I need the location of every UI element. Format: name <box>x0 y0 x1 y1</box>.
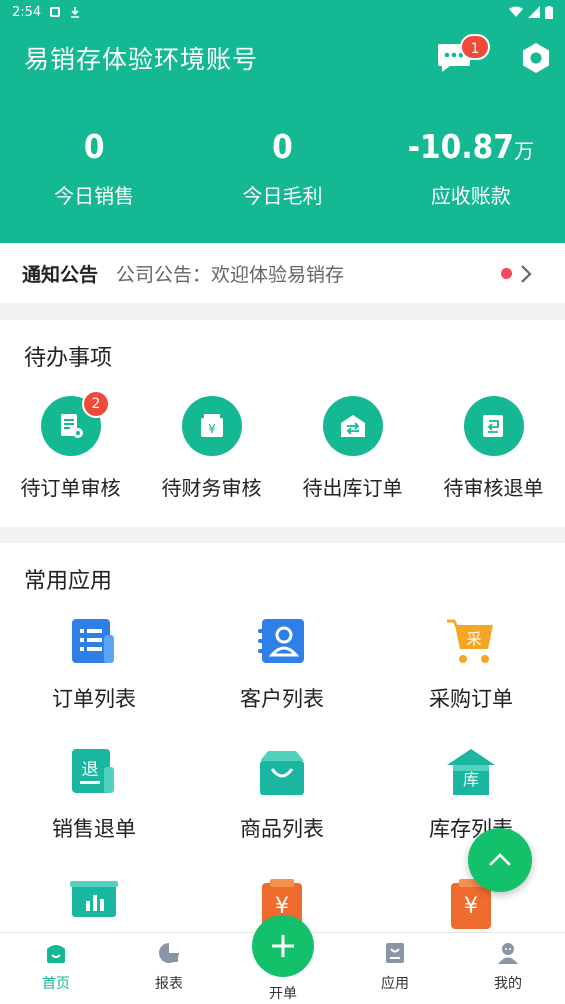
stat-today-profit[interactable]: 0 今日毛利 <box>188 126 376 209</box>
signal-icon <box>528 6 540 18</box>
tab-label: 应用 <box>381 976 409 992</box>
app-label: 订单列表 <box>52 687 136 711</box>
tab-apps[interactable]: 应用 <box>355 941 435 993</box>
app-label: 库存列表 <box>429 817 513 841</box>
home-face-icon <box>47 945 65 963</box>
report-board-icon <box>68 879 120 931</box>
return-review-icon <box>463 396 524 456</box>
stats-row: 0 今日销售 0 今日毛利 -10.87万 应收账款 <box>0 126 565 209</box>
tab-report[interactable]: 报表 <box>129 941 209 993</box>
dashboard-header: 易销存体验环境账号 1 0 今日销售 0 今日毛利 -10.87万 应收账款 <box>0 24 565 243</box>
unread-dot <box>501 268 512 279</box>
tab-home[interactable]: 首页 <box>16 941 96 993</box>
pie-chart-icon <box>159 943 179 963</box>
todo-badge: 2 <box>82 390 110 418</box>
app-product-list[interactable]: 商品列表 <box>188 747 376 843</box>
todo-item-order-review[interactable]: 2 待订单审核 <box>0 390 141 501</box>
app-box-icon <box>386 943 404 963</box>
purchase-glyph: 采 <box>466 630 481 648</box>
wifi-icon <box>509 6 523 17</box>
finance-review-icon: ¥ <box>181 396 242 456</box>
todo-label: 待审核退单 <box>443 476 544 500</box>
todo-label: 待财务审核 <box>161 476 262 500</box>
app-label: 商品列表 <box>240 817 324 841</box>
stat-today-sales[interactable]: 0 今日销售 <box>0 126 188 209</box>
app-label: 销售退单 <box>52 817 136 841</box>
bottom-tab-bar: 首页 报表 开单 应用 我的 <box>0 915 565 1004</box>
status-bar: 2:54 <box>0 0 565 24</box>
tab-create-order[interactable] <box>252 915 314 977</box>
settings-hexagon-icon <box>523 43 549 73</box>
stat-unit: 万 <box>513 139 534 163</box>
notice-bar[interactable]: 通知公告 公司公告：欢迎体验易销存 <box>0 243 565 303</box>
tab-label: 我的 <box>494 976 522 992</box>
message-badge: 1 <box>460 34 490 60</box>
stat-label: 今日销售 <box>54 184 135 208</box>
todo-label: 待订单审核 <box>20 476 121 500</box>
stat-label: 今日毛利 <box>242 184 323 208</box>
app-finance-b[interactable]: ¥ <box>377 879 565 931</box>
todo-item-return-review[interactable]: 待审核退单 <box>423 396 564 501</box>
todo-item-outbound[interactable]: 待出库订单 <box>282 396 423 501</box>
return-glyph: 退 <box>82 760 99 780</box>
tab-label: 首页 <box>42 976 70 992</box>
user-icon <box>498 943 518 964</box>
download-icon <box>71 7 80 18</box>
app-sales-return[interactable]: 退 销售退单 <box>0 747 188 843</box>
svg-text:¥: ¥ <box>208 422 216 436</box>
todo-item-finance-review[interactable]: ¥ 待财务审核 <box>141 396 282 501</box>
app-report-board[interactable] <box>0 879 188 931</box>
stat-value: 0 <box>83 127 105 166</box>
sales-return-icon: 退 <box>68 747 120 799</box>
warehouse-icon: 库 <box>445 747 497 799</box>
app-order-list[interactable]: 订单列表 <box>0 617 188 713</box>
warehouse-glyph: 库 <box>463 770 479 789</box>
stat-receivables[interactable]: -10.87万 应收账款 <box>377 126 565 209</box>
app-purchase-order[interactable]: 采 采购订单 <box>377 617 565 713</box>
product-bag-icon <box>256 747 308 799</box>
todo-section: 待办事项 2 待订单审核 ¥ 待财务审核 待出库订单 待审核退单 <box>0 320 565 527</box>
chevron-right-icon <box>521 265 532 283</box>
stat-label: 应收账款 <box>430 184 511 208</box>
outbound-icon <box>322 396 383 456</box>
purchase-cart-icon: 采 <box>445 617 497 669</box>
notice-text: 公司公告：欢迎体验易销存 <box>116 263 345 286</box>
scroll-top-button[interactable] <box>468 828 532 892</box>
tab-label: 开单 <box>269 986 297 1002</box>
account-title: 易销存体验环境账号 <box>24 45 259 74</box>
app-label: 客户列表 <box>240 687 324 711</box>
app-label: 采购订单 <box>429 687 513 711</box>
section-title: 常用应用 <box>24 569 113 594</box>
order-list-icon <box>68 617 120 669</box>
settings-button[interactable] <box>518 40 554 76</box>
customer-list-icon <box>256 617 308 669</box>
svg-text:¥: ¥ <box>464 894 478 919</box>
section-title: 待办事项 <box>24 346 113 371</box>
app-customer-list[interactable]: 客户列表 <box>188 617 376 713</box>
plus-icon <box>272 935 294 957</box>
notice-title: 通知公告 <box>22 263 99 286</box>
stat-value: -10.87 <box>407 127 514 166</box>
status-time: 2:54 <box>12 4 42 20</box>
tab-mine[interactable]: 我的 <box>468 941 548 993</box>
stat-value: 0 <box>272 127 293 166</box>
tab-label: 报表 <box>155 976 183 992</box>
todo-label: 待出库订单 <box>302 476 403 500</box>
app-notification-icon <box>50 7 61 17</box>
battery-icon <box>545 5 553 19</box>
app-inventory-list[interactable]: 库 库存列表 <box>377 747 565 843</box>
chevron-up-icon <box>489 853 511 866</box>
